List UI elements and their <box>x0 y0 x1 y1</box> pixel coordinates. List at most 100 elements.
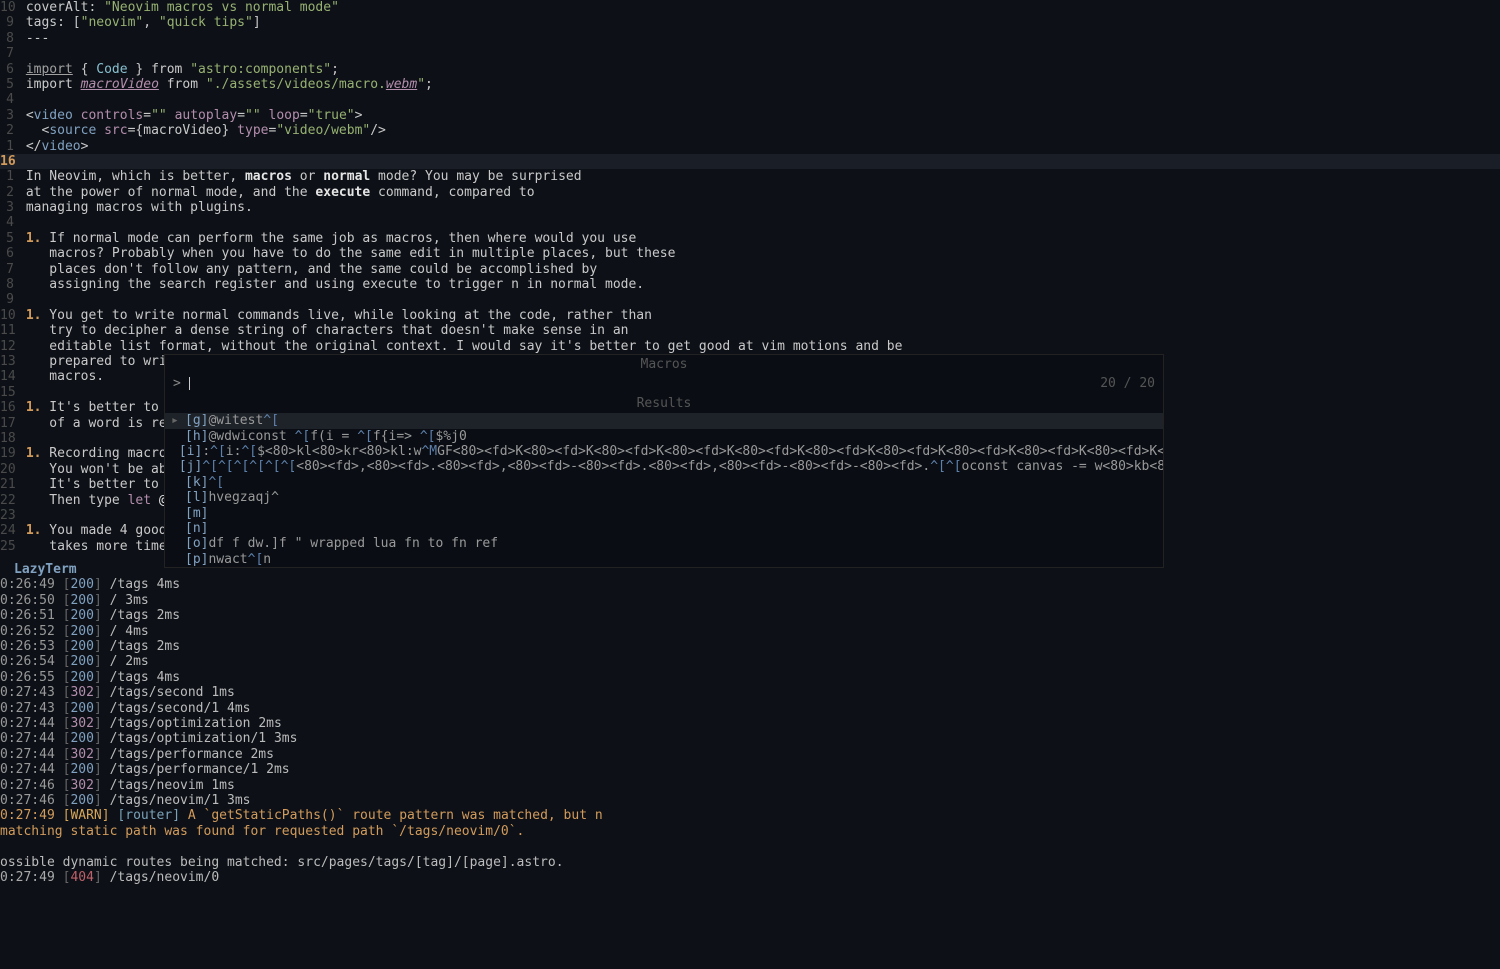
code-line[interactable]: 1 </video> <box>0 139 1500 154</box>
terminal-log-line: 0:27:44 [302] /tags/performance 2ms <box>0 747 1500 762</box>
code-line[interactable]: 3 managing macros with plugins. <box>0 200 1500 215</box>
line-content <box>18 46 1500 61</box>
line-number: 23 <box>0 508 18 523</box>
terminal-pane[interactable]: LazyTerm 0:26:49 [200] /tags 4ms0:26:50 … <box>0 562 1500 885</box>
line-number: 10 <box>0 308 18 323</box>
line-content: <video controls="" autoplay="" loop="tru… <box>18 108 1500 123</box>
code-line[interactable]: 6 macros? Probably when you have to do t… <box>0 246 1500 261</box>
line-number: 20 <box>0 462 18 477</box>
line-number: 5 <box>0 231 18 246</box>
line-number: 6 <box>0 62 18 77</box>
line-number: 8 <box>0 31 18 46</box>
macro-item[interactable]: [p] nwact^[n <box>165 552 1163 567</box>
line-content: coverAlt: "Neovim macros vs normal mode" <box>18 0 1500 15</box>
terminal-log-line: 0:27:43 [302] /tags/second 1ms <box>0 685 1500 700</box>
code-line[interactable]: 9 tags: ["neovim", "quick tips"] <box>0 15 1500 30</box>
line-number: 2 <box>0 185 18 200</box>
line-number: 4 <box>0 215 18 230</box>
line-content: import macroVideo from "./assets/videos/… <box>18 77 1500 92</box>
terminal-log-line: 0:26:52 [200] / 4ms <box>0 624 1500 639</box>
line-number: 14 <box>0 369 18 384</box>
popup-items-list[interactable]: ▸[g] @witest^[ [h] @wdwiconst ^[f(i = ^[… <box>165 413 1163 567</box>
line-content: managing macros with plugins. <box>18 200 1500 215</box>
terminal-log-line: 0:27:44 [302] /tags/optimization 2ms <box>0 716 1500 731</box>
terminal-log-line: 0:26:54 [200] / 2ms <box>0 654 1500 669</box>
line-number: 7 <box>0 262 18 277</box>
line-content: macros? Probably when you have to do the… <box>18 246 1500 261</box>
code-line[interactable]: 11 try to decipher a dense string of cha… <box>0 323 1500 338</box>
macro-item[interactable]: [m] <box>165 506 1163 521</box>
terminal-log-line: 0:26:49 [200] /tags 4ms <box>0 577 1500 592</box>
code-line[interactable]: 2 at the power of normal mode, and the e… <box>0 185 1500 200</box>
line-content: 1. If normal mode can perform the same j… <box>18 231 1500 246</box>
code-line[interactable]: 12 editable list format, without the ori… <box>0 339 1500 354</box>
line-number: 16 <box>0 154 18 169</box>
macro-item[interactable]: [n] <box>165 521 1163 536</box>
line-number: 7 <box>0 46 18 61</box>
line-content <box>18 154 1500 169</box>
line-number: 18 <box>0 431 18 446</box>
macro-item[interactable]: [i] :^[i:^[$<80>kl<80>kr<80>kl:w^MGF<80>… <box>165 444 1163 459</box>
terminal-log-line: 0:27:43 [200] /tags/second/1 4ms <box>0 701 1500 716</box>
popup-prompt: > <box>173 376 189 391</box>
line-number: 3 <box>0 108 18 123</box>
code-line[interactable]: 8 assigning the search register and usin… <box>0 277 1500 292</box>
line-number: 24 <box>0 523 18 538</box>
code-line[interactable]: 7 <box>0 46 1500 61</box>
macro-item[interactable]: ▸[g] @witest^[ <box>165 413 1163 428</box>
code-line[interactable]: 7 places don't follow any pattern, and t… <box>0 262 1500 277</box>
popup-count: 20 / 20 <box>1100 376 1155 391</box>
line-content <box>18 215 1500 230</box>
line-content: assigning the search register and using … <box>18 277 1500 292</box>
terminal-log-line: 0:27:46 [302] /tags/neovim 1ms <box>0 778 1500 793</box>
popup-results-header: Results <box>165 394 1163 413</box>
code-line[interactable]: 3 <video controls="" autoplay="" loop="t… <box>0 108 1500 123</box>
macro-item[interactable]: [l] hvegzaqj^ <box>165 490 1163 505</box>
terminal-log-line: 0:27:44 [200] /tags/performance/1 2ms <box>0 762 1500 777</box>
code-line[interactable]: 2 <source src={macroVideo} type="video/w… <box>0 123 1500 138</box>
line-number: 8 <box>0 277 18 292</box>
code-line[interactable]: 10 1. You get to write normal commands l… <box>0 308 1500 323</box>
line-number: 12 <box>0 339 18 354</box>
line-number: 13 <box>0 354 18 369</box>
line-number: 16 <box>0 400 18 415</box>
code-line[interactable]: 8 --- <box>0 31 1500 46</box>
code-line[interactable]: 16 <box>0 154 1500 169</box>
macro-item[interactable]: [o] df f dw.]f " wrapped lua fn to fn re… <box>165 536 1163 551</box>
macro-item[interactable]: [h] @wdwiconst ^[f(i = ^[f{i=> ^[$%j0 <box>165 429 1163 444</box>
line-content: <source src={macroVideo} type="video/web… <box>18 123 1500 138</box>
macro-item[interactable]: [j] ^[^[^[^[^[^[<80><fd>,<80><fd>.<80><f… <box>165 459 1163 474</box>
line-number: 15 <box>0 385 18 400</box>
terminal-log-line: 0:26:50 [200] / 3ms <box>0 593 1500 608</box>
line-number: 10 <box>0 0 18 15</box>
terminal-line <box>0 839 1500 854</box>
terminal-log-line: 0:26:51 [200] /tags 2ms <box>0 608 1500 623</box>
macro-item[interactable]: [k] ^[ <box>165 475 1163 490</box>
line-number: 5 <box>0 77 18 92</box>
code-line[interactable]: 1 In Neovim, which is better, macros or … <box>0 169 1500 184</box>
code-line[interactable]: 9 <box>0 292 1500 307</box>
line-number: 19 <box>0 446 18 461</box>
line-content: editable list format, without the origin… <box>18 339 1500 354</box>
code-line[interactable]: 5 import macroVideo from "./assets/video… <box>0 77 1500 92</box>
code-line[interactable]: 5 1. If normal mode can perform the same… <box>0 231 1500 246</box>
line-number: 3 <box>0 200 18 215</box>
line-number: 9 <box>0 292 18 307</box>
line-content: 1. You get to write normal commands live… <box>18 308 1500 323</box>
line-content: at the power of normal mode, and the exe… <box>18 185 1500 200</box>
terminal-log-line: 0:26:55 [200] /tags 4ms <box>0 670 1500 685</box>
code-line[interactable]: 4 <box>0 92 1500 107</box>
code-line[interactable]: 6 import { Code } from "astro:components… <box>0 62 1500 77</box>
line-content: tags: ["neovim", "quick tips"] <box>18 15 1500 30</box>
line-content: In Neovim, which is better, macros or no… <box>18 169 1500 184</box>
line-content: </video> <box>18 139 1500 154</box>
line-number: 17 <box>0 416 18 431</box>
macros-popup[interactable]: Macros > 20 / 20 Results ▸[g] @witest^[ … <box>164 354 1164 568</box>
popup-title: Macros <box>165 355 1163 374</box>
code-line[interactable]: 4 <box>0 215 1500 230</box>
line-number: 21 <box>0 477 18 492</box>
line-number: 25 <box>0 539 18 554</box>
code-line[interactable]: 10 coverAlt: "Neovim macros vs normal mo… <box>0 0 1500 15</box>
terminal-line: 0:27:49 [404] /tags/neovim/0 <box>0 870 1500 885</box>
terminal-log-line: 0:27:46 [200] /tags/neovim/1 3ms <box>0 793 1500 808</box>
